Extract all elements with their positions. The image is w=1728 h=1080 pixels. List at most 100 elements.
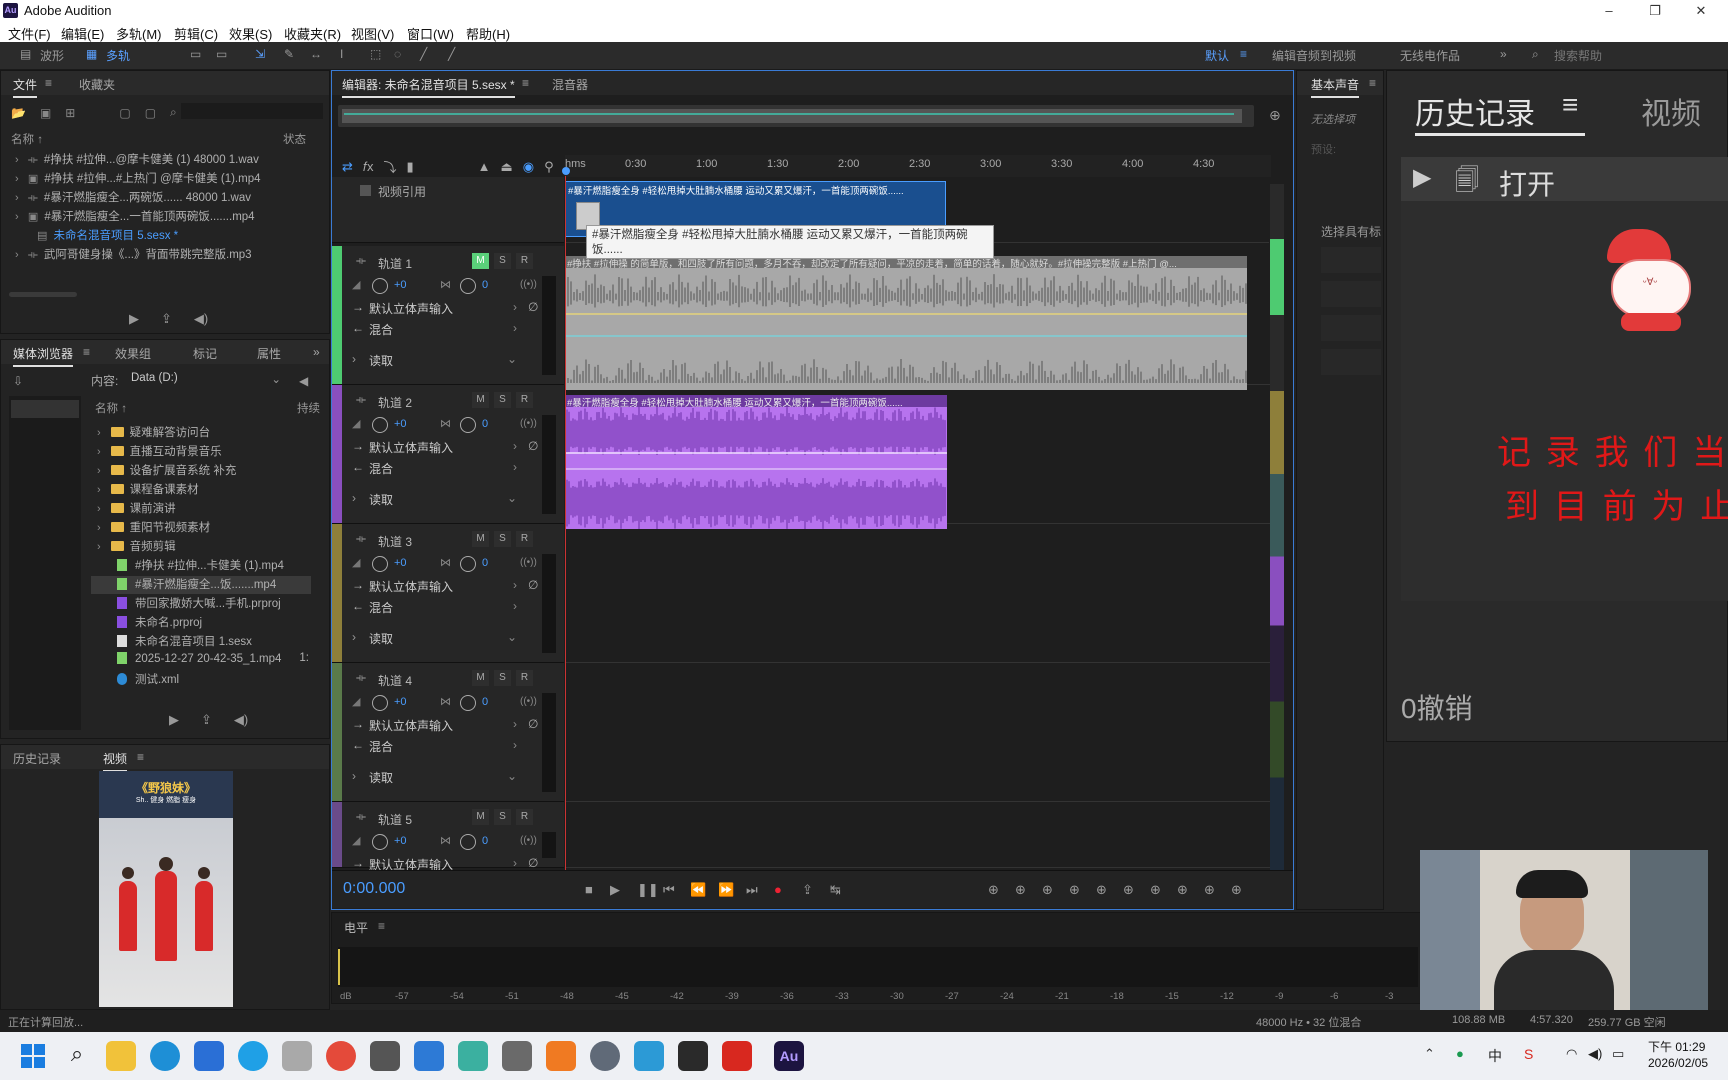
waveform-view-button[interactable]: 波形 xyxy=(40,47,64,64)
volume-value[interactable]: +0 xyxy=(394,557,407,569)
tab-effects-rack[interactable]: 效果组 xyxy=(115,345,151,362)
track-name[interactable]: 轨道 3 xyxy=(378,533,412,550)
fx-icon[interactable]: 𝑓x xyxy=(363,159,374,175)
slip-tool-icon[interactable]: ↔ xyxy=(310,47,322,61)
clock-date[interactable]: 2026/02/05 xyxy=(1648,1056,1708,1070)
insert-icon[interactable]: ⏏ xyxy=(501,159,513,175)
input-select[interactable]: 默认立体声输入 › xyxy=(369,300,521,316)
volume-value[interactable]: +0 xyxy=(394,835,407,847)
media-col-name[interactable]: 名称 ↑ xyxy=(95,400,127,416)
new-file-icon[interactable]: ⊞ xyxy=(65,106,75,120)
marker-icon[interactable]: ⚲ xyxy=(544,159,554,175)
output-select[interactable]: 混合 › xyxy=(369,738,521,754)
automation-mode-select[interactable]: 读取 ⌄ xyxy=(369,352,521,368)
pan-knob[interactable] xyxy=(460,556,476,572)
drive-node[interactable] xyxy=(11,400,79,418)
stereo-icon[interactable]: ((•)) xyxy=(520,557,537,568)
time-ruler[interactable]: hms 0:30 1:00 1:30 2:00 2:30 3:00 3:30 4… xyxy=(562,155,1271,177)
zoom-selection-icon[interactable]: ⊕ xyxy=(1123,882,1134,898)
menu-favorites[interactable]: 收藏夹(R) xyxy=(284,24,341,43)
workspace-radio[interactable]: 无线电作品 xyxy=(1400,47,1460,64)
store-icon[interactable] xyxy=(194,1041,224,1071)
snap-icon[interactable]: ⇄ xyxy=(342,159,353,175)
multitrack-icon[interactable]: ▦ xyxy=(86,47,97,61)
media-file-item[interactable]: 测试.xml xyxy=(117,671,313,689)
zoom-track-icon[interactable]: ⊕ xyxy=(1204,882,1215,898)
media-menu-icon[interactable]: ≡ xyxy=(83,345,90,359)
content-dropdown[interactable]: Data (D:) ⌄ xyxy=(127,370,287,388)
output-select[interactable]: 混合 › xyxy=(369,599,521,615)
pan-value[interactable]: 0 xyxy=(482,557,488,569)
input-select[interactable]: 默认立体声输入 › xyxy=(369,439,521,455)
workspace-default[interactable]: 默认 xyxy=(1205,47,1229,64)
tab-markers[interactable]: 标记 xyxy=(193,345,217,362)
media-file-item[interactable]: #挣扶 #拉伸...卡健美 (1).mp4 xyxy=(117,557,313,575)
menu-help[interactable]: 帮助(H) xyxy=(466,24,510,43)
essential-menu-icon[interactable]: ≡ xyxy=(1369,76,1376,90)
track-drag-icon[interactable]: ⟛ xyxy=(356,672,366,685)
solo-button[interactable]: S xyxy=(494,253,511,269)
razor-tool-icon[interactable]: ✎ xyxy=(284,47,294,61)
import-media-icon[interactable]: ⇩ xyxy=(13,374,23,388)
brush-icon[interactable]: ╱ xyxy=(420,47,427,61)
multitrack-view-button[interactable]: 多轨 xyxy=(106,47,130,64)
import-icon[interactable]: ▣ xyxy=(40,106,51,120)
edge-icon[interactable] xyxy=(150,1041,180,1071)
volume-knob[interactable] xyxy=(372,695,388,711)
current-time[interactable]: 0:00.000 xyxy=(343,880,405,898)
tab-history-large[interactable]: 历史记录 xyxy=(1415,89,1535,133)
pause-icon[interactable]: ❚❚ xyxy=(637,882,659,898)
tab-mixer[interactable]: 混音器 xyxy=(552,76,588,93)
track-name[interactable]: 轨道 5 xyxy=(378,811,412,828)
file-item-selected[interactable]: ▤ 未命名混音项目 5.sesx * xyxy=(1,227,331,245)
menu-file[interactable]: 文件(F) xyxy=(8,24,51,43)
menu-clip[interactable]: 剪辑(C) xyxy=(174,24,218,43)
record-arm-button[interactable]: R xyxy=(516,809,533,825)
stop-icon[interactable]: ■ xyxy=(585,882,593,897)
folder-item[interactable]: › 重阳节视频素材 xyxy=(97,519,313,537)
track-drag-icon[interactable]: ⟛ xyxy=(356,811,366,824)
delete-icon[interactable]: ▢ xyxy=(145,106,156,120)
minimize-button[interactable]: – xyxy=(1586,0,1632,22)
media-file-item[interactable]: 未命名.prproj xyxy=(117,614,313,632)
battery-icon[interactable]: ▭ xyxy=(1612,1046,1624,1062)
file-item[interactable]: › ⟛ 武阿哥健身操《...》背面带跳完整版.mp3 xyxy=(1,246,331,264)
output-select[interactable]: 混合 › xyxy=(369,321,521,337)
automation-mode-select[interactable]: 读取 ⌄ xyxy=(369,769,521,785)
pan-knob[interactable] xyxy=(460,695,476,711)
zoom-in-amplitude-icon[interactable]: ⊕ xyxy=(988,882,999,898)
track-lane[interactable] xyxy=(565,524,1271,663)
folder-item[interactable]: › 直播互动背景音乐 xyxy=(97,443,313,461)
zoom-full-icon[interactable]: ⊕ xyxy=(1096,882,1107,898)
menu-edit[interactable]: 编辑(E) xyxy=(61,24,104,43)
app-icon[interactable] xyxy=(678,1041,708,1071)
more-tabs-icon[interactable]: » xyxy=(313,345,320,359)
pitch-icon[interactable]: ▭ xyxy=(216,47,227,61)
stereo-icon[interactable]: ((•)) xyxy=(520,279,537,290)
lasso-icon[interactable]: ◌ xyxy=(394,47,401,61)
solo-button[interactable]: S xyxy=(494,531,511,547)
history-item-open[interactable]: ▶ 🗐 打开 xyxy=(1401,157,1728,201)
explorer-icon[interactable] xyxy=(106,1041,136,1071)
solo-button[interactable]: S xyxy=(494,392,511,408)
close-button[interactable]: ✕ xyxy=(1678,0,1724,22)
preview-volume-icon[interactable]: ◀) xyxy=(194,311,208,327)
close-file-icon[interactable]: ▢ xyxy=(119,106,130,120)
input-select[interactable]: 默认立体声输入 › xyxy=(369,717,521,733)
record-arm-button[interactable]: R xyxy=(516,531,533,547)
menu-multitrack[interactable]: 多轨(M) xyxy=(116,24,162,43)
healing-icon[interactable]: ╱ xyxy=(448,47,455,61)
volume-knob[interactable] xyxy=(372,417,388,433)
tab-history-small[interactable]: 历史记录 xyxy=(13,750,61,767)
expand-icon[interactable]: › xyxy=(352,630,356,644)
waveform-icon[interactable]: ▤ xyxy=(20,47,31,61)
search-taskbar-icon[interactable]: ⌕ xyxy=(62,1041,92,1071)
file-item[interactable]: › ▣ #挣扶 #拉伸...#上热门 @摩卡健美 (1).mp4 xyxy=(1,170,331,188)
tab-media-browser[interactable]: 媒体浏览器 xyxy=(13,345,74,367)
automation-mode-select[interactable]: 读取 ⌄ xyxy=(369,491,521,507)
app-icon[interactable] xyxy=(546,1041,576,1071)
rewind-icon[interactable]: ⏪ xyxy=(690,882,706,898)
app-icon[interactable] xyxy=(414,1041,444,1071)
files-scrollbar[interactable] xyxy=(9,292,77,297)
record-icon[interactable]: ● xyxy=(774,882,782,897)
